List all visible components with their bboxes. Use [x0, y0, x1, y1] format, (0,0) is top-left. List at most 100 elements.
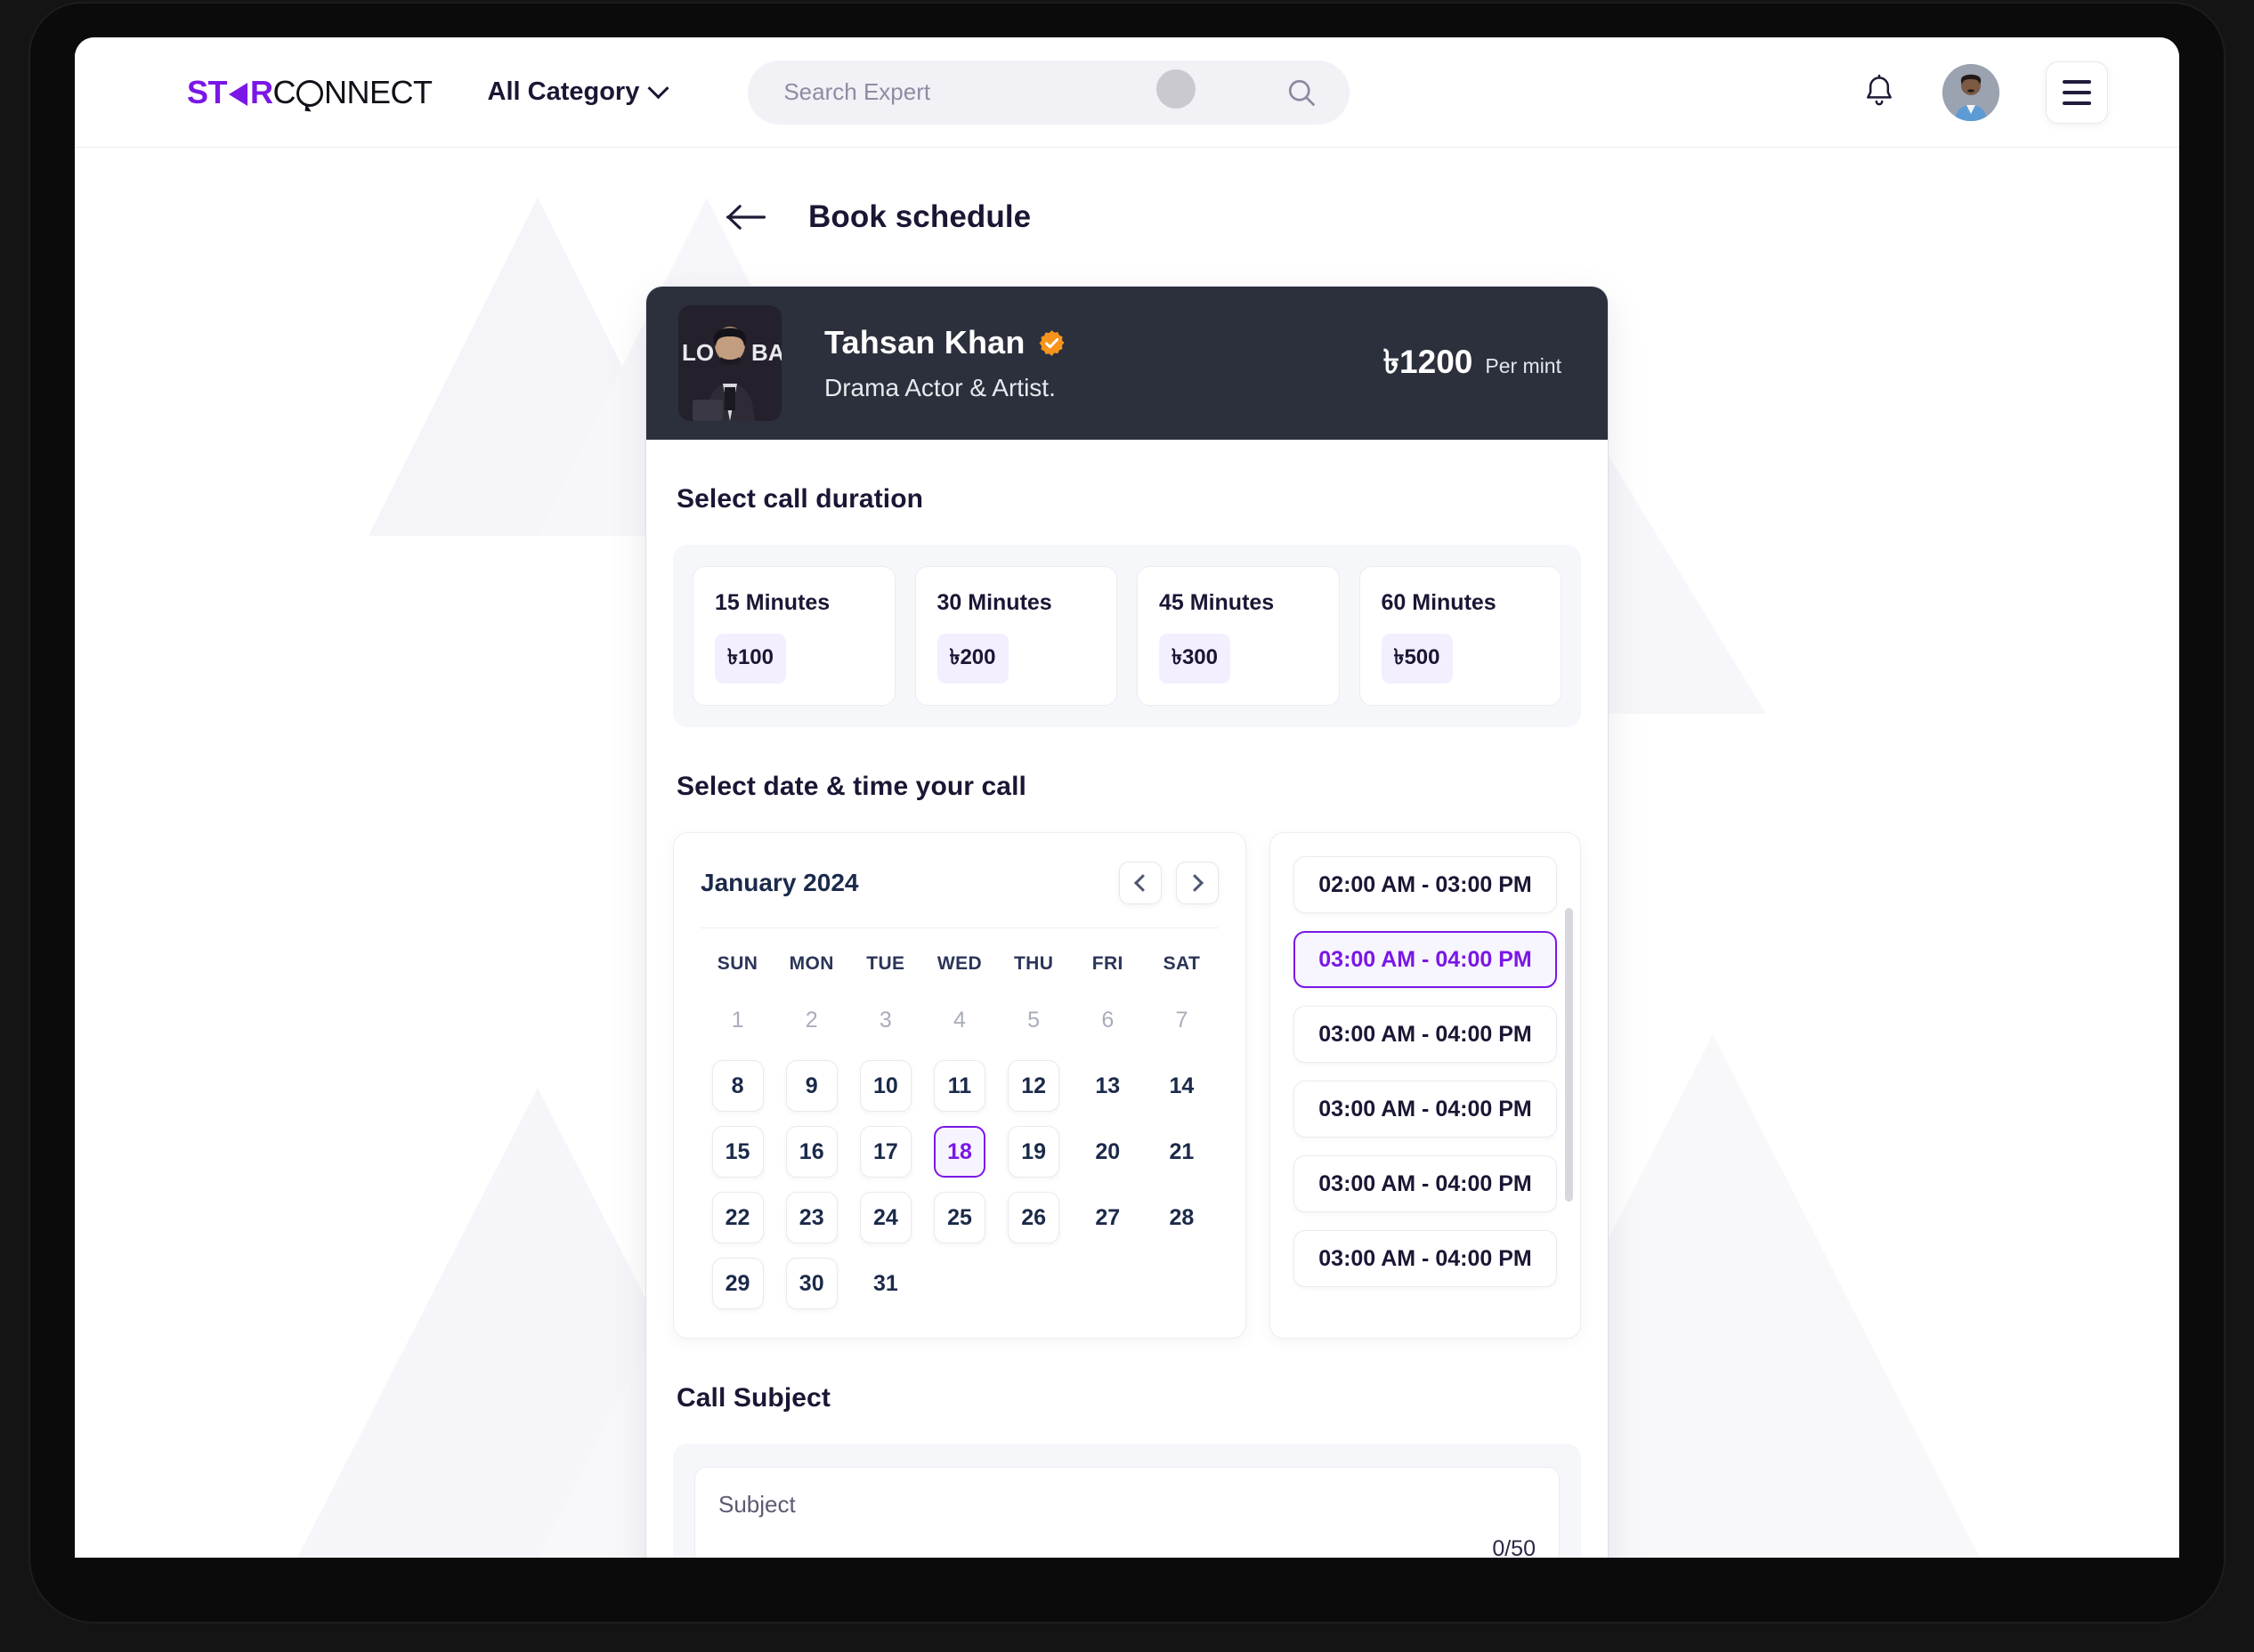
page-header: Book schedule	[75, 148, 2179, 235]
page-title: Book schedule	[808, 199, 1032, 234]
calendar-day-cell: 29	[701, 1256, 774, 1311]
duration-option-4[interactable]: 60 Minutes ৳500	[1358, 566, 1561, 706]
duration-option-1[interactable]: 15 Minutes ৳100	[693, 566, 896, 706]
expert-name: Tahsan Khan	[824, 324, 1026, 360]
time-slots-panel: 02:00 AM - 03:00 PM 03:00 AM - 04:00 PM 03…	[1269, 832, 1581, 1339]
calendar-day-24[interactable]: 24	[859, 1192, 912, 1243]
calendar-day-15[interactable]: 15	[711, 1126, 764, 1178]
duration-option-label: 30 Minutes	[936, 590, 1052, 615]
calendar-day-28[interactable]: 28	[1155, 1192, 1207, 1243]
calendar-day-cell: 11	[922, 1058, 996, 1113]
calendar-day-25[interactable]: 25	[933, 1192, 985, 1243]
user-avatar[interactable]	[1942, 63, 1999, 121]
calendar-weekday: FRI	[1091, 953, 1123, 974]
hamburger-line-3	[2063, 101, 2091, 105]
chevron-down-icon	[647, 77, 669, 100]
duration-options-group: 15 Minutes ৳100 30 Minutes ৳200 45 Minutes ৳3…	[673, 545, 1581, 727]
calendar-day-9[interactable]: 9	[785, 1060, 838, 1112]
duration-section-title: Select call duration	[677, 484, 924, 514]
calendar-day-6: 6	[1101, 1007, 1115, 1032]
price-amount: ৳1200	[1382, 343, 1473, 380]
search-input[interactable]	[783, 78, 1286, 106]
calendar-day-18[interactable]: 18	[933, 1126, 985, 1178]
time-slot-3[interactable]: 03:00 AM - 04:00 PM	[1293, 1006, 1557, 1063]
duration-option-price: ৳200	[936, 634, 1009, 684]
calendar-weekday-row: SUN MON TUE WED THU FRI SAT	[701, 953, 1219, 975]
duration-option-price: ৳500	[1381, 634, 1453, 684]
calendar-day-cell: 23	[774, 1190, 848, 1245]
time-slots-scrollbar[interactable]	[1565, 908, 1573, 1202]
calendar-day-cell: 27	[1071, 1190, 1145, 1245]
calendar-day-21[interactable]: 21	[1155, 1126, 1207, 1178]
avatar-image	[1942, 63, 1999, 121]
time-slots-list: 02:00 AM - 03:00 PM 03:00 AM - 04:00 PM 03…	[1293, 856, 1557, 1287]
calendar-day-cell: 21	[1145, 1124, 1219, 1179]
calendar-day-cell: 2	[774, 992, 848, 1048]
calendar-day-26[interactable]: 26	[1008, 1192, 1060, 1243]
calendar-next-button[interactable]	[1176, 862, 1219, 904]
calendar-weekday: TUE	[866, 953, 905, 974]
calendar-day-8[interactable]: 8	[711, 1060, 764, 1112]
calendar-day-7: 7	[1175, 1007, 1188, 1032]
device-frame: ST RC NNECT All Category Search Expert B…	[30, 4, 2224, 1622]
calendar-day-12[interactable]: 12	[1008, 1060, 1060, 1112]
calendar-day-23[interactable]: 23	[785, 1192, 838, 1243]
calendar-day-30[interactable]: 30	[785, 1258, 838, 1309]
calendar-day-cell: 17	[848, 1124, 922, 1179]
subject-field[interactable]: Subject 0/50	[694, 1467, 1560, 1558]
navbar-right-group	[1862, 61, 2108, 124]
chevron-right-icon	[1186, 874, 1204, 892]
calendar-day-31[interactable]: 31	[860, 1258, 912, 1309]
duration-option-label: 60 Minutes	[1381, 590, 1496, 615]
calendar-day-cell: 18	[922, 1124, 996, 1179]
app-logo[interactable]: ST RC NNECT	[187, 73, 433, 110]
expert-photo: LO BA	[678, 305, 782, 421]
back-arrow-icon[interactable]	[725, 204, 767, 231]
calendar-day-11[interactable]: 11	[933, 1060, 985, 1112]
calendar-day-cell: 19	[997, 1124, 1071, 1179]
calendar-day-19[interactable]: 19	[1008, 1126, 1060, 1178]
expert-role: Drama Actor & Artist.	[824, 374, 1056, 401]
calendar-day-20[interactable]: 20	[1082, 1126, 1133, 1178]
calendar-day-16[interactable]: 16	[785, 1126, 838, 1178]
call-subject-section-title: Call Subject	[677, 1383, 831, 1413]
time-slot-4[interactable]: 03:00 AM - 04:00 PM	[1293, 1081, 1557, 1138]
search-bar[interactable]	[748, 60, 1350, 125]
logo-connect-text: NNECT	[324, 73, 433, 110]
calendar-prev-button[interactable]	[1119, 862, 1162, 904]
calendar-day-cell: 16	[774, 1124, 848, 1179]
calendar-day-22[interactable]: 22	[711, 1192, 764, 1243]
time-slot-6[interactable]: 03:00 AM - 04:00 PM	[1293, 1230, 1557, 1287]
notification-bell-icon[interactable]	[1862, 74, 1896, 111]
category-dropdown[interactable]: All Category	[488, 77, 669, 107]
calendar-day-27[interactable]: 27	[1082, 1192, 1133, 1243]
calendar-weekday: SAT	[1163, 953, 1201, 974]
calendar-day-cell: 13	[1071, 1058, 1145, 1113]
calendar-day-cell: 9	[774, 1058, 848, 1113]
top-navbar: ST RC NNECT All Category	[75, 37, 2179, 148]
time-slot-1[interactable]: 02:00 AM - 03:00 PM	[1293, 856, 1557, 913]
search-icon[interactable]	[1285, 77, 1318, 109]
hamburger-menu-button[interactable]	[2046, 61, 2108, 124]
calendar-day-cell: 8	[701, 1058, 774, 1113]
calendar-day-29[interactable]: 29	[711, 1258, 764, 1309]
calendar-day-cell: 7	[1145, 992, 1219, 1048]
verified-badge-icon	[1039, 329, 1065, 356]
calendar-day-cell: 6	[1071, 992, 1145, 1048]
hamburger-line-1	[2063, 79, 2091, 84]
expert-name-row: Tahsan Khan	[824, 324, 1066, 361]
duration-option-3[interactable]: 45 Minutes ৳300	[1137, 566, 1340, 706]
calendar-day-cell: 10	[848, 1058, 922, 1113]
calendar-day-cell: 28	[1145, 1190, 1219, 1245]
duration-option-2[interactable]: 30 Minutes ৳200	[914, 566, 1117, 706]
subject-char-counter: 0/50	[1492, 1536, 1536, 1558]
calendar-day-13[interactable]: 13	[1082, 1060, 1133, 1112]
calendar-day-14[interactable]: 14	[1155, 1060, 1207, 1112]
calendar-weekday: THU	[1013, 953, 1054, 974]
svg-text:BA: BA	[751, 339, 782, 366]
calendar-day-10[interactable]: 10	[859, 1060, 912, 1112]
calendar-day-17[interactable]: 17	[859, 1126, 912, 1178]
time-slot-5[interactable]: 03:00 AM - 04:00 PM	[1293, 1155, 1557, 1212]
calendar-weekday: SUN	[717, 953, 758, 974]
time-slot-2[interactable]: 03:00 AM - 04:00 PM	[1293, 931, 1557, 988]
